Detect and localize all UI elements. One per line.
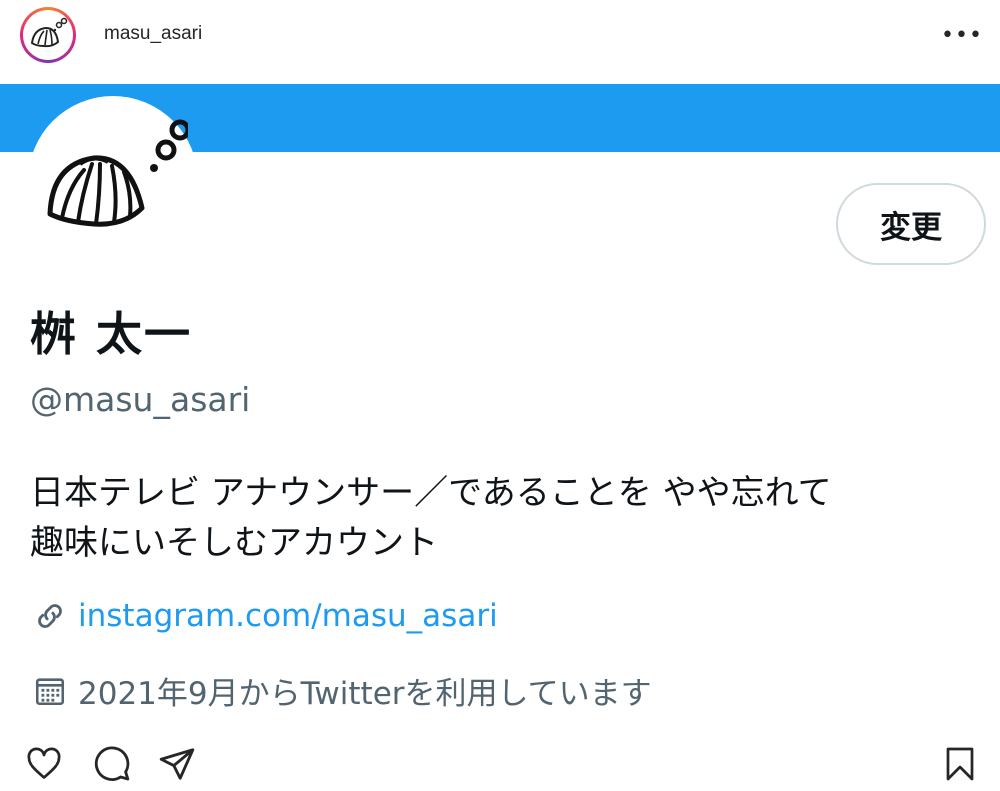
profile-website[interactable]: instagram.com/masu_asari: [30, 596, 498, 636]
link-icon: [30, 596, 70, 636]
post-action-bar: [0, 734, 1000, 791]
profile-bio: 日本テレビ アナウンサー／であることを やや忘れて 趣味にいそしむアカウント: [30, 468, 990, 568]
website-link[interactable]: instagram.com/masu_asari: [78, 598, 498, 634]
clam-shell-icon: [23, 10, 73, 60]
user-handle: @masu_asari: [30, 380, 251, 419]
post-author-username[interactable]: masu_asari: [104, 23, 202, 45]
send-icon[interactable]: [155, 742, 199, 786]
bookmark-icon[interactable]: [938, 742, 982, 786]
bio-line: 日本テレビ アナウンサー／であることを やや忘れて: [30, 473, 832, 513]
heart-icon[interactable]: [22, 742, 66, 786]
clam-shell-icon: [47, 119, 188, 227]
comment-icon[interactable]: [90, 742, 134, 786]
profile-screenshot: 変更 桝 太一 @masu_asari 日本テレビ アナウンサー／であることを …: [0, 84, 1000, 734]
joined-date: 2021年9月からTwitterを利用しています: [30, 668, 652, 713]
edit-profile-button[interactable]: 変更: [836, 183, 986, 265]
profile-avatar[interactable]: [28, 96, 198, 266]
calendar-icon: [30, 671, 70, 711]
more-options-icon[interactable]: •••: [941, 20, 982, 50]
post-header: masu_asari •••: [0, 0, 1000, 84]
display-name: 桝 太一: [30, 307, 193, 361]
post-author-avatar[interactable]: [20, 7, 76, 63]
joined-text: 2021年9月からTwitterを利用しています: [78, 676, 652, 712]
bio-line: 趣味にいそしむアカウント: [30, 523, 438, 563]
